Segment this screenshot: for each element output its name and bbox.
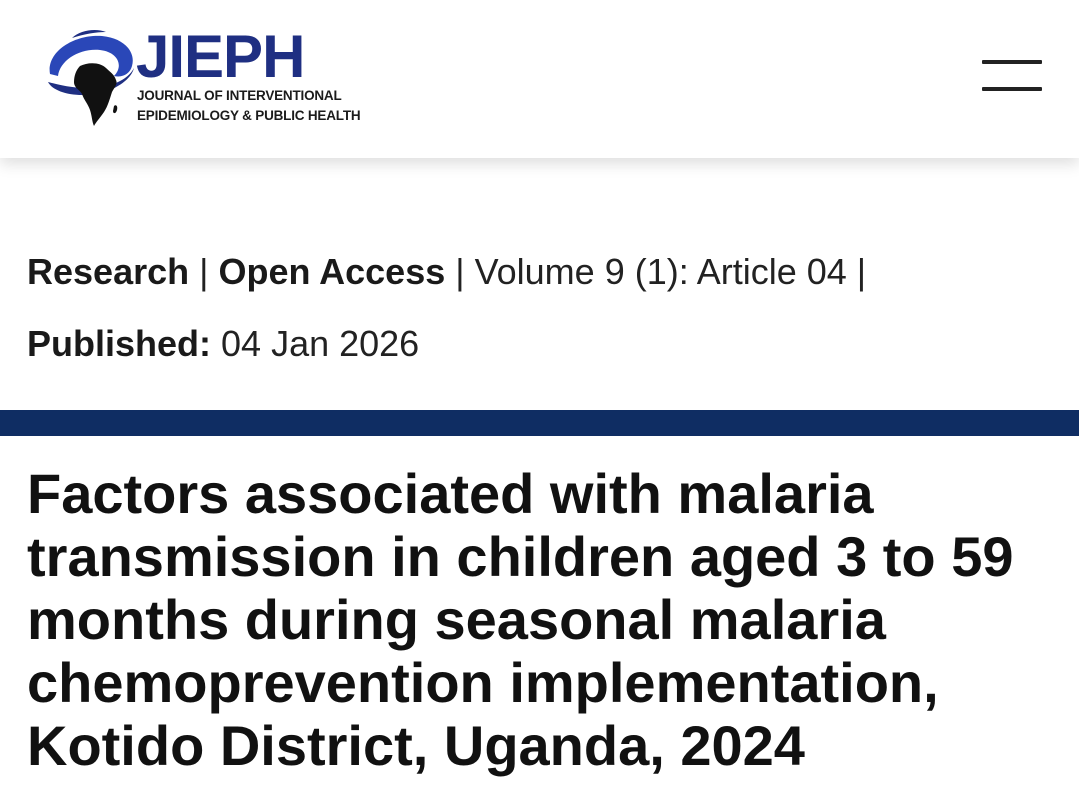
- africa-globe-logo-icon: [48, 30, 134, 126]
- menu-bar-top: [982, 60, 1042, 64]
- article-type: Research: [27, 251, 190, 292]
- separator: |: [445, 251, 475, 292]
- access-type: Open Access: [218, 251, 446, 292]
- logo-wordmark: JIEPH: [136, 23, 305, 90]
- jieph-logo[interactable]: JIEPH JOURNAL OF INTERVENTIONAL EPIDEMIO…: [44, 22, 361, 132]
- volume-article: Volume 9 (1): Article 04: [474, 251, 847, 292]
- article-meta: Research | Open Access | Volume 9 (1): A…: [27, 248, 1067, 368]
- article-title: Factors associated with malaria transmis…: [27, 462, 1014, 777]
- logo-subtitle-line1: JOURNAL OF INTERVENTIONAL: [137, 88, 342, 103]
- separator: |: [846, 251, 867, 292]
- menu-bar-bottom: [982, 87, 1042, 91]
- published-label: Published:: [27, 323, 212, 364]
- separator: |: [189, 251, 219, 292]
- published-date: 04 Jan 2026: [221, 323, 420, 364]
- section-divider: [0, 410, 1079, 436]
- hamburger-menu-icon[interactable]: [982, 56, 1044, 96]
- article-meta-line: Research | Open Access | Volume 9 (1): A…: [27, 248, 1067, 296]
- logo-subtitle-line2: EPIDEMIOLOGY & PUBLIC HEALTH: [137, 108, 361, 123]
- site-header: JIEPH JOURNAL OF INTERVENTIONAL EPIDEMIO…: [0, 0, 1079, 158]
- published-line: Published: 04 Jan 2026: [27, 320, 1067, 368]
